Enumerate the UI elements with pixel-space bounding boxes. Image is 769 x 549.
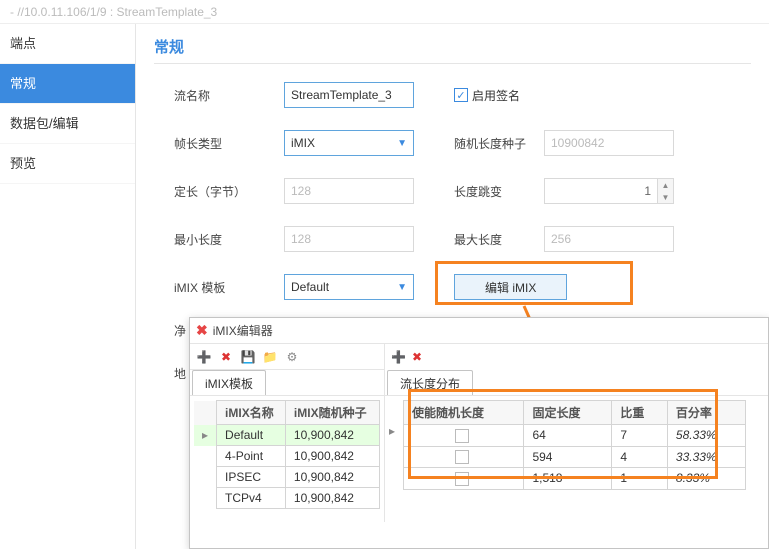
popup-left-panel: ➕ ✖ 💾 📁 ⚙ iMIX模板 iMIX名称 iMIX随机种子 ▸ Defau… — [190, 344, 385, 522]
sidebar: 端点 常规 数据包/编辑 预览 — [0, 24, 136, 549]
min-len-input[interactable] — [284, 226, 414, 252]
len-jump-value: 1 — [545, 179, 657, 203]
table-header-row: iMIX名称 iMIX随机种子 — [194, 401, 380, 425]
tab-imix-template[interactable]: iMIX模板 — [192, 370, 266, 395]
gear-icon[interactable]: ⚙ — [284, 349, 300, 365]
len-jump-spinner[interactable]: 1 ▲ ▼ — [544, 178, 674, 204]
delete-icon[interactable]: ✖ — [218, 349, 234, 365]
len-jump-label: 长度跳变 — [454, 183, 544, 200]
table-row[interactable]: IPSEC 10,900,842 — [194, 467, 380, 488]
enable-sign-label: 启用签名 — [472, 87, 520, 104]
min-len-label: 最小长度 — [174, 231, 284, 248]
highlight-length-table — [408, 389, 718, 479]
chevron-down-icon: ▼ — [397, 138, 407, 149]
right-toolbar: ➕ ✖ — [385, 344, 768, 370]
max-len-label: 最大长度 — [454, 231, 544, 248]
stream-name-label: 流名称 — [174, 87, 284, 104]
imix-tpl-label: iMIX 模板 — [174, 279, 284, 296]
save-icon[interactable]: 💾 — [240, 349, 256, 365]
enable-sign-checkbox[interactable]: ✓ 启用签名 — [454, 87, 520, 104]
popup-title: iMIX编辑器 — [213, 322, 273, 339]
row-fixed-len: 定长（字节） 长度跳变 1 ▲ ▼ — [154, 178, 751, 204]
table-row[interactable]: ▸ Default 10,900,842 — [194, 425, 380, 446]
col-imix-name: iMIX名称 — [217, 401, 286, 425]
spinner-up-icon[interactable]: ▲ — [658, 179, 673, 191]
frame-type-value: iMIX — [291, 136, 315, 150]
sidebar-item-preview[interactable]: 预览 — [0, 144, 135, 184]
table-row[interactable]: TCPv4 10,900,842 — [194, 488, 380, 509]
random-seed-label: 随机长度种子 — [454, 135, 544, 152]
window-title: - //10.0.11.106/1/9 : StreamTemplate_3 — [0, 0, 769, 24]
sidebar-item-endpoint[interactable]: 端点 — [0, 24, 135, 64]
sidebar-item-general[interactable]: 常规 — [0, 64, 135, 104]
row-frame-type: 帧长类型 iMIX ▼ 随机长度种子 — [154, 130, 751, 156]
imix-tpl-value: Default — [291, 280, 329, 294]
spinner-down-icon[interactable]: ▼ — [658, 191, 673, 203]
highlight-edit-button — [435, 261, 633, 305]
frame-type-label: 帧长类型 — [174, 135, 284, 152]
row-stream-name: 流名称 ✓ 启用签名 — [154, 82, 751, 108]
chevron-down-icon: ▼ — [397, 282, 407, 293]
popup-title-bar[interactable]: ✖ iMIX编辑器 — [190, 318, 768, 344]
delete-icon[interactable]: ✖ — [412, 350, 422, 364]
imix-tpl-select[interactable]: Default ▼ — [284, 274, 414, 300]
table-row[interactable]: 4-Point 10,900,842 — [194, 446, 380, 467]
fixed-len-input[interactable] — [284, 178, 414, 204]
imix-template-table: iMIX名称 iMIX随机种子 ▸ Default 10,900,842 4-P… — [194, 400, 380, 509]
check-icon: ✓ — [454, 88, 468, 102]
sidebar-item-packet-edit[interactable]: 数据包/编辑 — [0, 104, 135, 144]
section-title: 常规 — [154, 36, 751, 64]
add-icon[interactable]: ➕ — [196, 349, 212, 365]
frame-type-select[interactable]: iMIX ▼ — [284, 130, 414, 156]
row-indicator-icon: ▸ — [194, 425, 217, 446]
add-icon[interactable]: ➕ — [391, 350, 406, 364]
col-imix-seed: iMIX随机种子 — [285, 401, 379, 425]
row-indicator-icon: ▸ — [385, 396, 399, 494]
left-toolbar: ➕ ✖ 💾 📁 ⚙ — [190, 344, 384, 370]
stream-name-input[interactable] — [284, 82, 414, 108]
max-len-input[interactable] — [544, 226, 674, 252]
row-min-max: 最小长度 最大长度 — [154, 226, 751, 252]
folder-icon[interactable]: 📁 — [262, 349, 278, 365]
app-x-icon: ✖ — [196, 322, 208, 339]
left-tabs: iMIX模板 — [190, 370, 384, 396]
random-seed-input[interactable] — [544, 130, 674, 156]
fixed-len-label: 定长（字节） — [174, 183, 284, 200]
